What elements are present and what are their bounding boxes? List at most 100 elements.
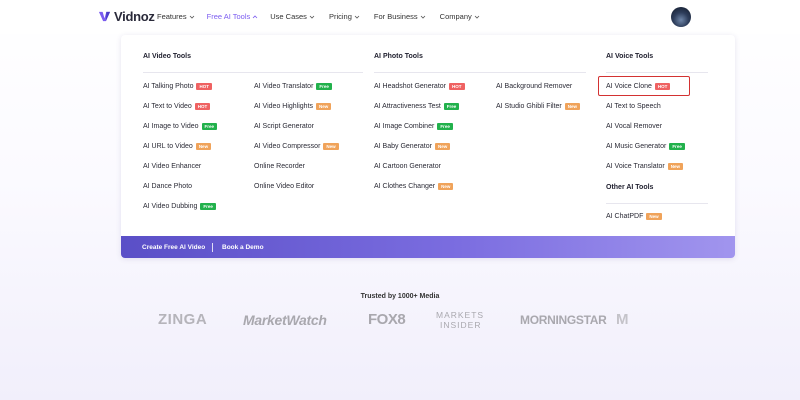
tool-label: Online Video Editor [254, 183, 315, 190]
hot-badge: HOT [194, 103, 211, 110]
tool-ai-cartoon-generator[interactable]: AI Cartoon Generator [374, 163, 441, 170]
tool-ai-chatpdf[interactable]: AI ChatPDF New [606, 213, 662, 220]
chevron-up-icon [252, 14, 258, 18]
menu-label: Free AI Tools [206, 12, 251, 21]
tool-ai-background-remover[interactable]: AI Background Remover [496, 83, 572, 90]
hot-badge: HOT [196, 83, 212, 90]
marketwatch-logo: MarketWatch [243, 312, 327, 328]
tool-online-recorder[interactable]: Online Recorder [254, 163, 305, 170]
media-logos: ZINGA MarketWatch FOX8 MARKETS INSIDER M… [0, 310, 800, 334]
tool-ai-text-to-video[interactable]: AI Text to Video HOT [143, 103, 211, 110]
main-menu: Features Free AI Tools Use Cases Pricing… [157, 12, 480, 21]
brand-name: Vidnoz [114, 9, 155, 24]
menu-label: Company [439, 12, 472, 21]
tool-label: AI Dance Photo [143, 183, 193, 190]
tool-ai-baby-generator[interactable]: AI Baby Generator New [374, 143, 451, 150]
tool-ai-studio-ghibli-filter[interactable]: AI Studio Ghibli Filter New [496, 103, 581, 110]
tool-online-video-editor[interactable]: Online Video Editor [254, 183, 314, 190]
dropdown-footer: Create Free AI Video Book a Demo [121, 236, 735, 258]
trusted-by-text: Trusted by 1000+ Media [360, 293, 440, 300]
tool-ai-clothes-changer[interactable]: AI Clothes Changer New [374, 183, 454, 190]
new-badge: New [667, 163, 684, 170]
hot-badge: HOT [654, 83, 671, 90]
tool-label: AI Video Highlights [254, 103, 314, 110]
menu-features[interactable]: Features [157, 12, 195, 21]
photo-tools-title: AI Photo Tools [374, 53, 423, 60]
tool-ai-image-to-video[interactable]: AI Image to Video Free [143, 123, 218, 130]
fox8-logo: FOX8 [368, 311, 406, 328]
new-badge: New [564, 103, 581, 110]
voice-tools-title: AI Voice Tools [606, 53, 654, 60]
new-badge: New [323, 143, 339, 150]
partial-logo: M [616, 311, 629, 328]
tool-ai-video-enhancer[interactable]: AI Video Enhancer [143, 163, 201, 170]
free-badge: Free [437, 123, 453, 130]
tool-ai-attractiveness-test[interactable]: AI Attractiveness Test Free [374, 103, 460, 110]
tool-ai-script-generator[interactable]: AI Script Generator [254, 123, 314, 130]
menu-label: Features [157, 12, 187, 21]
tool-ai-headshot-generator[interactable]: AI Headshot Generator HOT [374, 83, 465, 90]
chevron-down-icon [309, 15, 315, 19]
hot-badge: HOT [449, 83, 465, 90]
menu-label: Pricing [328, 12, 352, 21]
tool-label: AI Background Remover [496, 83, 573, 90]
tool-ai-voice-translator[interactable]: AI Voice Translator New [606, 163, 684, 170]
menu-label: For Business [373, 12, 418, 21]
menu-company[interactable]: Company [440, 12, 480, 21]
tool-ai-music-generator[interactable]: AI Music Generator Free [606, 143, 685, 150]
tool-label: AI Studio Ghibli Filter [496, 103, 562, 110]
tool-label: AI Headshot Generator [374, 83, 446, 90]
menu-label: Use Cases [270, 12, 307, 21]
tool-label: AI Text to Speech [606, 103, 661, 110]
divider [606, 72, 708, 73]
top-nav: Vidnoz Features Free AI Tools Use Cases … [0, 0, 800, 34]
menu-pricing[interactable]: Pricing [329, 12, 360, 21]
markets-insider-logo-bottom: INSIDER [440, 320, 482, 330]
tool-label: AI Script Generator [254, 123, 314, 130]
new-badge: New [438, 183, 454, 190]
free-badge: Free [669, 143, 685, 150]
chevron-down-icon [354, 15, 360, 19]
tool-label: AI Vocal Remover [606, 123, 663, 130]
tool-ai-video-highlights[interactable]: AI Video Highlights New [254, 103, 332, 110]
tool-label: AI Baby Generator [374, 143, 432, 150]
vidnoz-logo-icon [98, 11, 111, 22]
avatar[interactable] [671, 7, 691, 27]
tool-label: Online Recorder [254, 163, 305, 170]
tool-label: AI URL to Video [143, 143, 193, 150]
tool-label: AI Image Combiner [374, 123, 435, 130]
morningstar-logo: MORNINGSTAR [520, 313, 607, 327]
book-a-demo-link[interactable]: Book a Demo [222, 244, 264, 251]
menu-free-ai-tools[interactable]: Free AI Tools [207, 12, 259, 21]
tool-label: AI Video Translator [254, 83, 314, 90]
tool-ai-dance-photo[interactable]: AI Dance Photo [143, 183, 192, 190]
markets-insider-logo-top: MARKETS [436, 310, 485, 320]
menu-use-cases[interactable]: Use Cases [270, 12, 315, 21]
new-badge: New [195, 143, 212, 150]
tool-label: AI Video Dubbing [143, 203, 198, 210]
tool-ai-url-to-video[interactable]: AI URL to Video New [143, 143, 212, 150]
tool-ai-talking-photo[interactable]: AI Talking Photo HOT [143, 83, 212, 90]
tool-ai-vocal-remover[interactable]: AI Vocal Remover [606, 123, 662, 130]
tool-ai-video-compressor[interactable]: AI Video Compressor New [254, 143, 339, 150]
divider [374, 72, 586, 73]
tool-ai-image-combiner[interactable]: AI Image Combiner Free [374, 123, 453, 130]
tool-ai-video-translator[interactable]: AI Video Translator Free [254, 83, 332, 90]
new-badge: New [316, 103, 332, 110]
brand-logo[interactable]: Vidnoz [98, 9, 155, 24]
tool-label: AI Clothes Changer [374, 183, 436, 190]
tool-ai-video-dubbing[interactable]: AI Video Dubbing Free [143, 203, 216, 210]
zinga-logo: ZINGA [158, 311, 208, 328]
new-badge: New [434, 143, 451, 150]
tool-label: AI Video Compressor [254, 143, 321, 150]
footer-divider [212, 243, 213, 252]
free-badge: Free [443, 103, 460, 110]
create-free-ai-video-link[interactable]: Create Free AI Video [142, 244, 205, 251]
chevron-down-icon [474, 15, 480, 19]
divider [606, 203, 708, 204]
divider [143, 72, 363, 73]
tool-ai-voice-clone[interactable]: AI Voice Clone HOT [606, 83, 671, 90]
chevron-down-icon [189, 15, 194, 19]
tool-ai-text-to-speech[interactable]: AI Text to Speech [606, 103, 661, 110]
menu-for-business[interactable]: For Business [374, 12, 426, 21]
